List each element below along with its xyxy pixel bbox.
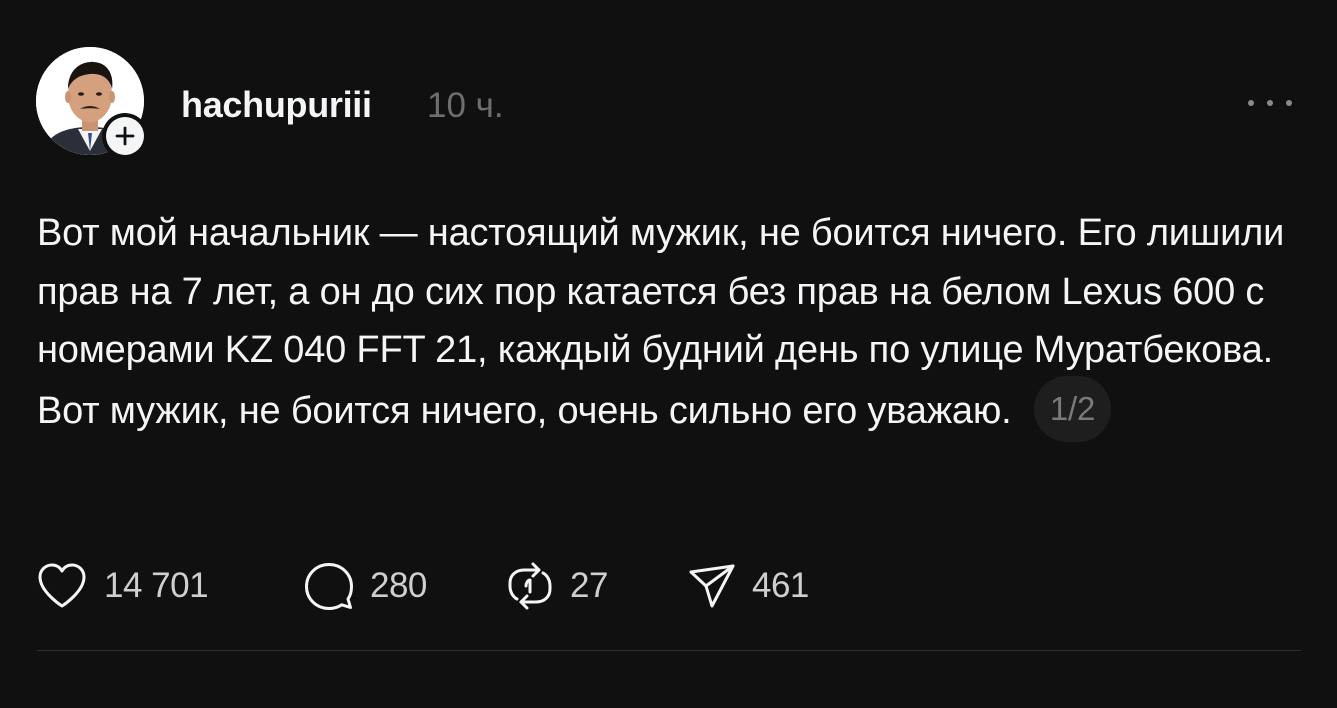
share-button[interactable]: 461: [688, 558, 809, 614]
username[interactable]: hachupuriii: [181, 84, 372, 126]
like-button[interactable]: 14 701: [36, 558, 209, 614]
comment-button[interactable]: 280: [304, 558, 427, 614]
like-count: 14 701: [104, 566, 209, 605]
heart-icon: [38, 563, 86, 608]
thread-post: hachupuriii 10 ч. Вот мой начальник — на…: [0, 0, 1337, 708]
more-options-button[interactable]: [1248, 88, 1292, 118]
send-icon: [689, 564, 735, 608]
page-indicator[interactable]: 1/2: [1033, 375, 1112, 442]
post-body: Вот мой начальник — настоящий мужик, не …: [37, 204, 1307, 446]
repost-icon: [508, 562, 552, 610]
share-count: 461: [752, 566, 809, 605]
plus-icon: [115, 126, 135, 146]
timestamp: 10 ч.: [427, 86, 504, 125]
action-bar: 14 701 280 27 461: [36, 558, 936, 614]
comment-count: 280: [370, 566, 427, 605]
follow-button[interactable]: [102, 113, 148, 159]
divider: [37, 650, 1301, 651]
repost-button[interactable]: 27: [506, 558, 608, 614]
more-horizontal-icon: [1248, 100, 1254, 106]
avatar-container[interactable]: [36, 47, 148, 159]
comment-bubble-icon: [305, 563, 353, 610]
repost-count: 27: [570, 566, 608, 605]
